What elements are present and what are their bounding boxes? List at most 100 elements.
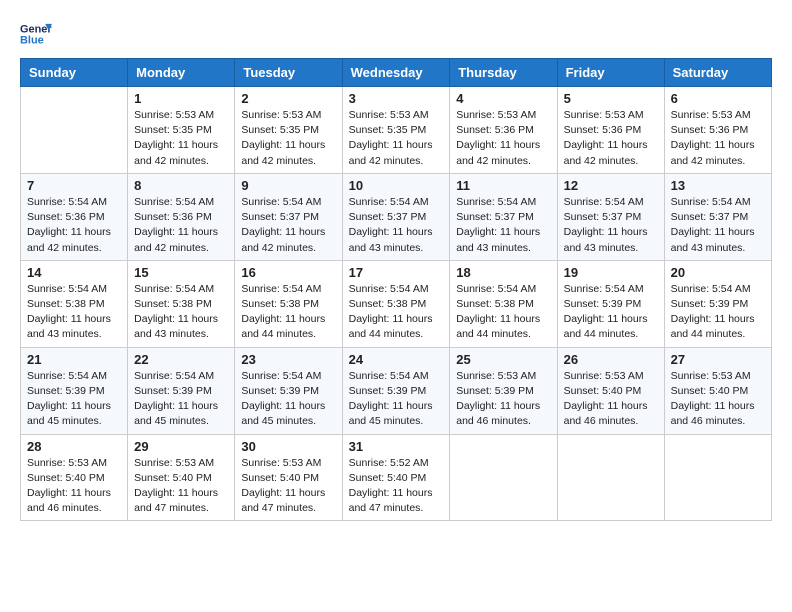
day-cell	[450, 434, 557, 521]
day-cell: 5 Sunrise: 5:53 AM Sunset: 5:36 PM Daylig…	[557, 87, 664, 174]
day-number: 31	[349, 439, 444, 454]
day-cell: 6 Sunrise: 5:53 AM Sunset: 5:36 PM Daylig…	[664, 87, 771, 174]
day-info: Sunrise: 5:53 AM Sunset: 5:39 PM Dayligh…	[456, 369, 550, 430]
day-number: 7	[27, 178, 121, 193]
day-cell: 20 Sunrise: 5:54 AM Sunset: 5:39 PM Dayli…	[664, 260, 771, 347]
day-number: 12	[564, 178, 658, 193]
day-cell: 10Sunrise: 5:54 AM Sunset: 5:37 PM Dayli…	[342, 173, 450, 260]
day-cell: 8 Sunrise: 5:54 AM Sunset: 5:36 PM Daylig…	[128, 173, 235, 260]
day-cell: 22Sunrise: 5:54 AM Sunset: 5:39 PM Dayli…	[128, 347, 235, 434]
day-cell	[21, 87, 128, 174]
day-info: Sunrise: 5:54 AM Sunset: 5:38 PM Dayligh…	[241, 282, 335, 343]
day-number: 23	[241, 352, 335, 367]
day-cell: 14Sunrise: 5:54 AM Sunset: 5:38 PM Dayli…	[21, 260, 128, 347]
day-info: Sunrise: 5:54 AM Sunset: 5:37 PM Dayligh…	[241, 195, 335, 256]
day-info: Sunrise: 5:53 AM Sunset: 5:36 PM Dayligh…	[456, 108, 550, 169]
day-number: 11	[456, 178, 550, 193]
logo-icon: General Blue	[20, 20, 52, 48]
day-number: 15	[134, 265, 228, 280]
day-cell: 21 Sunrise: 5:54 AM Sunset: 5:39 PM Dayli…	[21, 347, 128, 434]
day-info: Sunrise: 5:54 AM Sunset: 5:37 PM Dayligh…	[564, 195, 658, 256]
day-number: 8	[134, 178, 228, 193]
week-row-5: 28 Sunrise: 5:53 AM Sunset: 5:40 PM Dayli…	[21, 434, 772, 521]
calendar-body: 1 Sunrise: 5:53 AM Sunset: 5:35 PM Daylig…	[21, 87, 772, 521]
day-cell	[557, 434, 664, 521]
day-number: 19	[564, 265, 658, 280]
day-info: Sunrise: 5:54 AM Sunset: 5:37 PM Dayligh…	[671, 195, 765, 256]
day-cell: 9 Sunrise: 5:54 AM Sunset: 5:37 PM Daylig…	[235, 173, 342, 260]
day-cell: 16Sunrise: 5:54 AM Sunset: 5:38 PM Dayli…	[235, 260, 342, 347]
day-cell: 13Sunrise: 5:54 AM Sunset: 5:37 PM Dayli…	[664, 173, 771, 260]
column-header-friday: Friday	[557, 59, 664, 87]
day-number: 27	[671, 352, 765, 367]
day-number: 18	[456, 265, 550, 280]
day-info: Sunrise: 5:54 AM Sunset: 5:39 PM Dayligh…	[671, 282, 765, 343]
svg-text:Blue: Blue	[20, 34, 44, 46]
day-cell: 18 Sunrise: 5:54 AM Sunset: 5:38 PM Dayli…	[450, 260, 557, 347]
day-cell: 24 Sunrise: 5:54 AM Sunset: 5:39 PM Dayli…	[342, 347, 450, 434]
day-info: Sunrise: 5:54 AM Sunset: 5:39 PM Dayligh…	[134, 369, 228, 430]
day-number: 5	[564, 91, 658, 106]
day-info: Sunrise: 5:53 AM Sunset: 5:35 PM Dayligh…	[349, 108, 444, 169]
week-row-4: 21 Sunrise: 5:54 AM Sunset: 5:39 PM Dayli…	[21, 347, 772, 434]
column-header-thursday: Thursday	[450, 59, 557, 87]
day-info: Sunrise: 5:53 AM Sunset: 5:36 PM Dayligh…	[671, 108, 765, 169]
day-number: 4	[456, 91, 550, 106]
day-cell: 28Sunrise: 5:53 AM Sunset: 5:40 PM Dayli…	[21, 434, 128, 521]
day-info: Sunrise: 5:54 AM Sunset: 5:39 PM Dayligh…	[349, 369, 444, 430]
day-number: 2	[241, 91, 335, 106]
column-header-wednesday: Wednesday	[342, 59, 450, 87]
day-cell: 15Sunrise: 5:54 AM Sunset: 5:38 PM Dayli…	[128, 260, 235, 347]
column-header-saturday: Saturday	[664, 59, 771, 87]
day-info: Sunrise: 5:54 AM Sunset: 5:39 PM Dayligh…	[27, 369, 121, 430]
day-number: 14	[27, 265, 121, 280]
column-header-sunday: Sunday	[21, 59, 128, 87]
day-cell: 12 Sunrise: 5:54 AM Sunset: 5:37 PM Dayli…	[557, 173, 664, 260]
day-cell: 23 Sunrise: 5:54 AM Sunset: 5:39 PM Dayli…	[235, 347, 342, 434]
day-number: 20	[671, 265, 765, 280]
day-info: Sunrise: 5:54 AM Sunset: 5:39 PM Dayligh…	[241, 369, 335, 430]
day-cell: 19 Sunrise: 5:54 AM Sunset: 5:39 PM Dayli…	[557, 260, 664, 347]
day-cell: 1 Sunrise: 5:53 AM Sunset: 5:35 PM Daylig…	[128, 87, 235, 174]
day-cell: 11 Sunrise: 5:54 AM Sunset: 5:37 PM Dayli…	[450, 173, 557, 260]
calendar-header-row: SundayMondayTuesdayWednesdayThursdayFrid…	[21, 59, 772, 87]
page-header: General Blue	[20, 20, 772, 48]
week-row-1: 1 Sunrise: 5:53 AM Sunset: 5:35 PM Daylig…	[21, 87, 772, 174]
day-number: 9	[241, 178, 335, 193]
day-number: 26	[564, 352, 658, 367]
day-number: 21	[27, 352, 121, 367]
day-info: Sunrise: 5:54 AM Sunset: 5:39 PM Dayligh…	[564, 282, 658, 343]
day-number: 30	[241, 439, 335, 454]
day-cell: 2 Sunrise: 5:53 AM Sunset: 5:35 PM Daylig…	[235, 87, 342, 174]
day-cell: 31Sunrise: 5:52 AM Sunset: 5:40 PM Dayli…	[342, 434, 450, 521]
day-number: 3	[349, 91, 444, 106]
calendar-table: SundayMondayTuesdayWednesdayThursdayFrid…	[20, 58, 772, 521]
day-info: Sunrise: 5:53 AM Sunset: 5:35 PM Dayligh…	[241, 108, 335, 169]
day-info: Sunrise: 5:53 AM Sunset: 5:36 PM Dayligh…	[564, 108, 658, 169]
day-cell: 29 Sunrise: 5:53 AM Sunset: 5:40 PM Dayli…	[128, 434, 235, 521]
day-number: 25	[456, 352, 550, 367]
day-info: Sunrise: 5:53 AM Sunset: 5:40 PM Dayligh…	[564, 369, 658, 430]
day-cell: 7 Sunrise: 5:54 AM Sunset: 5:36 PM Daylig…	[21, 173, 128, 260]
day-info: Sunrise: 5:54 AM Sunset: 5:38 PM Dayligh…	[456, 282, 550, 343]
column-header-monday: Monday	[128, 59, 235, 87]
day-info: Sunrise: 5:54 AM Sunset: 5:36 PM Dayligh…	[27, 195, 121, 256]
day-cell: 27 Sunrise: 5:53 AM Sunset: 5:40 PM Dayli…	[664, 347, 771, 434]
day-info: Sunrise: 5:54 AM Sunset: 5:36 PM Dayligh…	[134, 195, 228, 256]
day-cell: 17Sunrise: 5:54 AM Sunset: 5:38 PM Dayli…	[342, 260, 450, 347]
day-cell: 3 Sunrise: 5:53 AM Sunset: 5:35 PM Daylig…	[342, 87, 450, 174]
day-number: 29	[134, 439, 228, 454]
day-info: Sunrise: 5:53 AM Sunset: 5:40 PM Dayligh…	[671, 369, 765, 430]
day-info: Sunrise: 5:53 AM Sunset: 5:40 PM Dayligh…	[134, 456, 228, 517]
logo: General Blue	[20, 20, 52, 48]
day-number: 1	[134, 91, 228, 106]
day-number: 28	[27, 439, 121, 454]
day-number: 6	[671, 91, 765, 106]
day-info: Sunrise: 5:53 AM Sunset: 5:35 PM Dayligh…	[134, 108, 228, 169]
week-row-3: 14 Sunrise: 5:54 AM Sunset: 5:38 PM Dayli…	[21, 260, 772, 347]
day-number: 24	[349, 352, 444, 367]
day-info: Sunrise: 5:54 AM Sunset: 5:38 PM Dayligh…	[349, 282, 444, 343]
day-info: Sunrise: 5:53 AM Sunset: 5:40 PM Dayligh…	[241, 456, 335, 517]
day-number: 10	[349, 178, 444, 193]
day-info: Sunrise: 5:54 AM Sunset: 5:37 PM Dayligh…	[456, 195, 550, 256]
